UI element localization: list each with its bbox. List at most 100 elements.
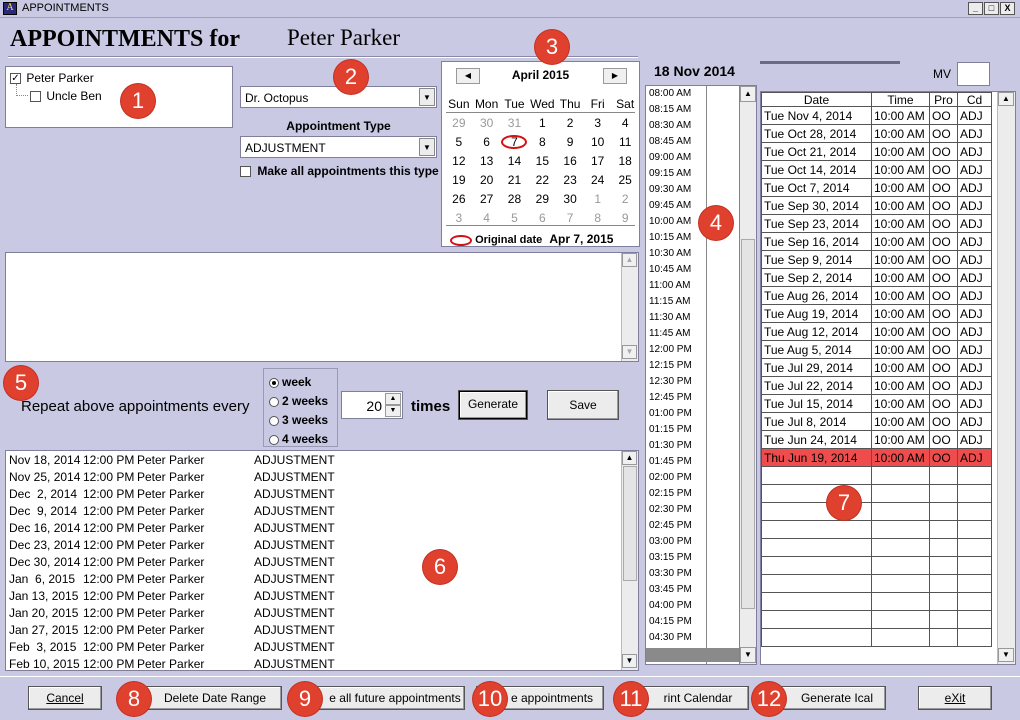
time-slot[interactable]: 03:15 PM (646, 550, 739, 566)
calendar-day[interactable]: 2 (556, 113, 584, 132)
time-slot[interactable]: 11:45 AM (646, 326, 739, 342)
calendar-day[interactable]: 9 (556, 132, 584, 151)
repeat-option-week[interactable]: week (269, 375, 311, 389)
calendar-day[interactable]: 14 (501, 151, 529, 170)
calendar-day[interactable]: 27 (473, 189, 501, 208)
table-row[interactable]: Tue Sep 23, 2014 10:00 AM OO ADJ (761, 214, 992, 233)
time-slot[interactable]: 08:45 AM (646, 134, 739, 150)
column-header[interactable]: Date (761, 92, 872, 107)
calendar-day[interactable]: 17 (584, 151, 611, 170)
calendar-day[interactable]: 7 (501, 132, 529, 151)
time-slot[interactable]: 01:00 PM (646, 406, 739, 422)
calendar-day[interactable]: 3 (584, 113, 611, 132)
calendar-day[interactable]: 18 (611, 151, 639, 170)
calendar-day[interactable]: 11 (611, 132, 639, 151)
list-item[interactable]: Jan 27, 2015 12:00 PM Peter Parker ADJUSTME… (6, 622, 638, 639)
scroll-down-icon[interactable]: ▼ (622, 654, 637, 668)
generate-button[interactable]: Generate (458, 390, 528, 420)
mv-input[interactable] (957, 62, 990, 86)
calendar-day[interactable]: 31 (501, 113, 529, 132)
calendar-day[interactable]: 5 (445, 132, 473, 151)
calendar-day[interactable]: 1 (584, 189, 611, 208)
table-row[interactable]: Tue Sep 2, 2014 10:00 AM OO ADJ (761, 268, 992, 287)
list-item[interactable]: Dec 2, 2014 12:00 PM Peter Parker ADJUSTMEN… (6, 486, 638, 503)
table-row[interactable] (761, 538, 992, 557)
history-scrollbar[interactable]: ▲ ▼ (997, 92, 1015, 664)
save-button[interactable]: Save (547, 390, 619, 420)
scroll-up-icon[interactable]: ▲ (998, 92, 1014, 106)
table-row[interactable] (761, 574, 992, 593)
patient-checkbox[interactable] (30, 91, 41, 103)
calendar-day[interactable]: 29 (445, 113, 473, 132)
calendar-day[interactable]: 20 (473, 170, 501, 189)
table-row[interactable]: Tue Aug 19, 2014 10:00 AM OO ADJ (761, 304, 992, 323)
time-slot-list[interactable]: 08:00 AM 08:15 AM 08:30 AM 08:45 AM 09:00 AM… (645, 85, 740, 665)
cancel-button[interactable]: Cancel (28, 686, 102, 710)
time-slot[interactable]: 01:15 PM (646, 422, 739, 438)
calendar-day[interactable]: 15 (528, 151, 556, 170)
table-row[interactable] (761, 592, 992, 611)
list-item[interactable]: Dec 9, 2014 12:00 PM Peter Parker ADJUSTMEN… (6, 503, 638, 520)
time-slot[interactable]: 03:00 PM (646, 534, 739, 550)
time-slot[interactable]: 11:00 AM (646, 278, 739, 294)
time-slot[interactable]: 08:00 AM (646, 86, 739, 102)
minimize-button[interactable]: _ (968, 2, 983, 15)
scroll-thumb[interactable] (623, 466, 637, 581)
calendar-day[interactable]: 12 (445, 151, 473, 170)
delete-future-button[interactable]: e all future appointments (303, 686, 465, 710)
radio-icon[interactable] (269, 415, 279, 426)
time-slot[interactable]: 12:15 PM (646, 358, 739, 374)
table-row[interactable]: Tue Jul 8, 2014 10:00 AM OO ADJ (761, 412, 992, 431)
time-slot[interactable]: 09:30 AM (646, 182, 739, 198)
time-slot[interactable]: 01:45 PM (646, 454, 739, 470)
radio-icon[interactable] (269, 396, 279, 407)
time-slot[interactable]: 03:45 PM (646, 582, 739, 598)
patient-checkbox[interactable]: ✓ (10, 73, 21, 85)
table-row[interactable]: Tue Oct 21, 2014 10:00 AM OO ADJ (761, 142, 992, 161)
time-slot[interactable]: 01:30 PM (646, 438, 739, 454)
table-row[interactable]: Tue Jul 15, 2014 10:00 AM OO ADJ (761, 394, 992, 413)
chevron-down-icon[interactable]: ▼ (419, 88, 435, 106)
table-row[interactable]: Tue Jun 24, 2014 10:00 AM OO ADJ (761, 430, 992, 449)
time-slot[interactable]: 04:15 PM (646, 614, 739, 630)
list-item[interactable]: Feb 10, 2015 12:00 PM Peter Parker ADJUSTME… (6, 656, 638, 670)
column-header[interactable]: Cd (957, 92, 992, 107)
table-row[interactable]: Tue Sep 30, 2014 10:00 AM OO ADJ (761, 196, 992, 215)
time-slot[interactable]: 02:45 PM (646, 518, 739, 534)
table-row[interactable] (761, 484, 992, 503)
time-slot[interactable]: 04:00 PM (646, 598, 739, 614)
table-row[interactable]: Tue Oct 28, 2014 10:00 AM OO ADJ (761, 124, 992, 143)
time-slot[interactable]: 09:15 AM (646, 166, 739, 182)
scroll-thumb[interactable] (741, 239, 755, 609)
repeat-option-4-weeks[interactable]: 4 weeks (269, 432, 328, 446)
radio-icon[interactable] (269, 377, 279, 388)
make-all-checkbox[interactable] (240, 166, 251, 178)
list-item[interactable]: Jan 13, 2015 12:00 PM Peter Parker ADJUSTME… (6, 588, 638, 605)
chevron-down-icon[interactable]: ▼ (419, 138, 435, 156)
table-row[interactable]: Tue Aug 26, 2014 10:00 AM OO ADJ (761, 286, 992, 305)
maximize-button[interactable]: □ (984, 2, 999, 15)
table-row[interactable] (761, 466, 992, 485)
scroll-down-icon[interactable]: ▼ (622, 345, 637, 359)
table-row[interactable] (761, 628, 992, 647)
list-item[interactable]: Dec 23, 2014 12:00 PM Peter Parker ADJUSTME… (6, 537, 638, 554)
calendar-day[interactable]: 10 (584, 132, 611, 151)
close-button[interactable]: X (1000, 2, 1015, 15)
table-row[interactable]: Tue Aug 12, 2014 10:00 AM OO ADJ (761, 322, 992, 341)
list-item[interactable]: Nov 25, 2014 12:00 PM Peter Parker ADJUSTME… (6, 469, 638, 486)
notes-textarea[interactable]: ▲ ▼ (5, 252, 639, 362)
table-row[interactable]: Tue Sep 16, 2014 10:00 AM OO ADJ (761, 232, 992, 251)
table-row[interactable]: Tue Aug 5, 2014 10:00 AM OO ADJ (761, 340, 992, 359)
scroll-up-icon[interactable]: ▲ (740, 86, 756, 102)
make-all-checkbox-row[interactable]: Make all appointments this type (240, 164, 439, 178)
calendar-day[interactable]: 1 (528, 113, 556, 132)
calendar-day[interactable]: 22 (528, 170, 556, 189)
exit-button[interactable]: eXit (918, 686, 992, 710)
table-row[interactable]: Tue Nov 4, 2014 10:00 AM OO ADJ (761, 106, 992, 125)
notes-scrollbar[interactable]: ▲ ▼ (621, 253, 638, 361)
calendar-day[interactable]: 30 (556, 189, 584, 208)
list-item[interactable]: Jan 6, 2015 12:00 PM Peter Parker ADJUSTMEN… (6, 571, 638, 588)
generated-list-scrollbar[interactable]: ▲ ▼ (621, 451, 638, 670)
calendar-day[interactable]: 6 (473, 132, 501, 151)
appt-type-select[interactable]: ADJUSTMENT ▼ (240, 136, 437, 158)
